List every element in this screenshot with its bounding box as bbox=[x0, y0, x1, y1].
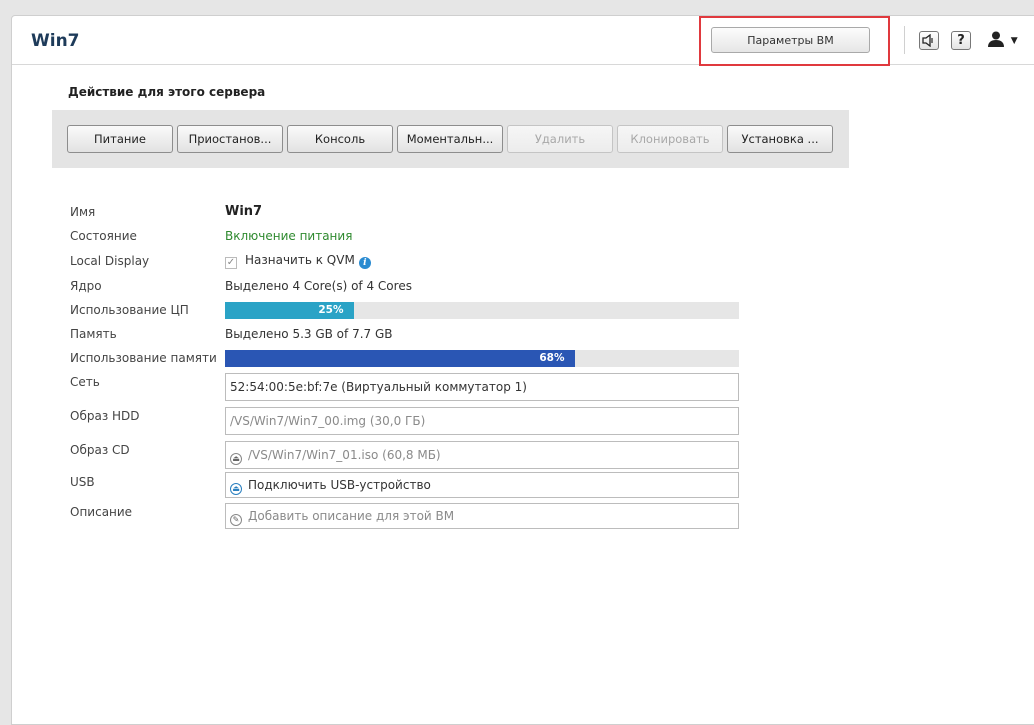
highlight-annotation bbox=[699, 16, 890, 66]
cpu-usage-bar: 25% bbox=[225, 302, 739, 319]
local-display-label: Local Display bbox=[70, 254, 150, 268]
cpu-usage-percent: 25% bbox=[318, 304, 344, 316]
delete-button[interactable]: Удалить bbox=[507, 125, 613, 153]
name-value: Win7 bbox=[225, 204, 263, 219]
state-label: Состояние bbox=[70, 229, 137, 243]
description-field[interactable]: ✎ Добавить описание для этой ВМ bbox=[225, 503, 739, 529]
speaker-icon[interactable] bbox=[919, 31, 939, 50]
name-label: Имя bbox=[70, 205, 96, 219]
assign-qvm-text: Назначить к QVM bbox=[245, 253, 355, 267]
network-field[interactable]: 52:54:00:5e:bf:7e (Виртуальный коммутато… bbox=[225, 373, 739, 401]
assign-qvm-checkbox[interactable]: ✓ bbox=[225, 257, 237, 269]
header-divider bbox=[904, 26, 905, 54]
state-value: Включение питания bbox=[225, 229, 353, 243]
install-button[interactable]: Установка ... bbox=[727, 125, 833, 153]
memory-value: Выделено 5.3 GB of 7.7 GB bbox=[225, 327, 393, 341]
hdd-field[interactable]: /VS/Win7/Win7_00.img (30,0 ГБ) bbox=[225, 407, 739, 435]
memory-usage-fill: 68% bbox=[225, 350, 575, 367]
usb-value: Подключить USB-устройство bbox=[248, 478, 431, 492]
memory-usage-percent: 68% bbox=[539, 352, 565, 364]
cpu-usage-fill: 25% bbox=[225, 302, 354, 319]
memory-usage-bar: 68% bbox=[225, 350, 739, 367]
network-label: Сеть bbox=[70, 375, 100, 389]
memory-label: Память bbox=[70, 327, 117, 341]
cd-label: Образ CD bbox=[70, 443, 130, 457]
snapshot-button[interactable]: Моментальн... bbox=[397, 125, 503, 153]
console-button[interactable]: Консоль bbox=[287, 125, 393, 153]
chevron-down-icon: ▼ bbox=[1010, 36, 1018, 46]
info-icon[interactable]: i bbox=[358, 257, 371, 269]
vm-panel: Win7 Параметры ВМ ? ▼ Действие для этого… bbox=[11, 15, 1034, 725]
core-label: Ядро bbox=[70, 279, 102, 293]
panel-header: Win7 Параметры ВМ ? ▼ bbox=[12, 16, 1034, 66]
usb-field[interactable]: ⏏ Подключить USB-устройство bbox=[225, 472, 739, 498]
memory-usage-label: Использование памяти bbox=[70, 351, 217, 365]
description-placeholder: Добавить описание для этой ВМ bbox=[248, 509, 455, 523]
user-icon bbox=[988, 31, 1004, 47]
clone-button[interactable]: Клонировать bbox=[617, 125, 723, 153]
user-menu[interactable]: ▼ bbox=[987, 30, 1019, 52]
action-section-title: Действие для этого сервера bbox=[68, 85, 266, 99]
description-label: Описание bbox=[70, 505, 133, 519]
local-display-value: ✓ Назначить к QVM i bbox=[225, 253, 371, 269]
usb-label: USB bbox=[70, 475, 95, 489]
eject-icon[interactable]: ⏏ bbox=[230, 483, 242, 495]
action-toolbar: Питание Приостанов... Консоль Моментальн… bbox=[52, 110, 849, 168]
core-value: Выделено 4 Core(s) of 4 Cores bbox=[225, 279, 412, 293]
power-button[interactable]: Питание bbox=[67, 125, 173, 153]
vm-title: Win7 bbox=[31, 31, 80, 51]
help-icon[interactable]: ? bbox=[951, 31, 971, 50]
cd-value: /VS/Win7/Win7_01.iso (60,8 МБ) bbox=[248, 448, 441, 462]
eject-icon[interactable]: ⏏ bbox=[230, 453, 242, 465]
hdd-label: Образ HDD bbox=[70, 409, 140, 423]
suspend-button[interactable]: Приостанов... bbox=[177, 125, 283, 153]
pencil-icon[interactable]: ✎ bbox=[230, 514, 242, 526]
cd-field[interactable]: ⏏ /VS/Win7/Win7_01.iso (60,8 МБ) bbox=[225, 441, 739, 469]
cpu-usage-label: Использование ЦП bbox=[70, 303, 189, 317]
